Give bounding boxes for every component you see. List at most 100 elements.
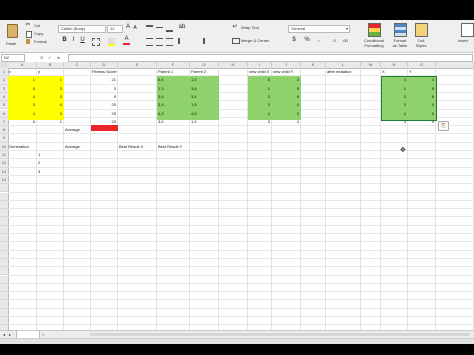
new-child-x-value[interactable]: 3 <box>249 119 270 125</box>
paste-button[interactable]: Paste <box>3 22 21 50</box>
new-child-x-value[interactable]: 1 <box>249 86 270 92</box>
x-value[interactable]: 5 <box>9 86 35 92</box>
new-child-y-header[interactable]: new child Y <box>273 69 299 75</box>
fitness-value[interactable]: 20 <box>92 102 116 108</box>
y-value[interactable]: 3 <box>38 94 62 100</box>
y-value[interactable]: 3 <box>38 86 62 92</box>
italic-button[interactable]: I <box>70 37 77 44</box>
prev-sheet-icon[interactable]: ◂ <box>3 332 5 337</box>
best-y-header[interactable]: Best Result Y <box>158 144 188 150</box>
parent1-header[interactable]: Parent 1 <box>158 69 188 75</box>
column-header-n[interactable]: N <box>381 62 408 69</box>
mutation-x-value[interactable]: 3 <box>382 119 406 125</box>
y-value[interactable]: 1 <box>38 119 62 125</box>
align-bottom-icon[interactable] <box>166 25 173 32</box>
mutation-y-value[interactable]: 4 <box>409 102 434 108</box>
fitness-value[interactable]: 20 <box>92 119 116 125</box>
outdent-icon[interactable] <box>196 38 205 44</box>
font-color-icon[interactable]: A <box>123 36 130 45</box>
parent2-value[interactable]: 1,5 <box>191 77 217 83</box>
x-value[interactable]: 3 <box>9 102 35 108</box>
column-header-m[interactable]: M <box>361 62 381 69</box>
new-child-x-header[interactable]: new child X <box>249 69 270 75</box>
column-header-l[interactable]: L <box>326 62 361 69</box>
borders-icon[interactable] <box>92 38 100 46</box>
wrap-text-button[interactable]: ↵ Wrap Text <box>232 24 272 31</box>
add-sheet-icon[interactable]: + <box>42 332 44 337</box>
conditional-formatting-button[interactable]: Conditional Formatting <box>360 22 388 50</box>
align-left-icon[interactable] <box>146 38 153 46</box>
fitness-value[interactable]: 21 <box>92 77 116 83</box>
percent-icon[interactable]: % <box>303 37 311 44</box>
name-box[interactable]: N2 <box>1 54 25 62</box>
mutation-y-header[interactable]: Y <box>409 69 434 75</box>
mutation-x-value[interactable]: 3 <box>382 94 406 100</box>
format-as-table-button[interactable]: Format as Table <box>389 22 411 50</box>
format-painter-button[interactable]: Format <box>25 39 53 45</box>
column-header-e[interactable]: E <box>118 62 157 69</box>
parent1-value[interactable]: 3,6 <box>158 94 188 100</box>
after-mutation-header[interactable]: after mutation <box>327 69 359 75</box>
mutation-x-value[interactable]: 4 <box>382 111 406 117</box>
parent2-value[interactable]: 1,4 <box>191 119 217 125</box>
parent2-value[interactable]: 3,6 <box>191 86 217 92</box>
merge-center-button[interactable]: Merge & Center <box>232 37 282 44</box>
header-x[interactable]: x <box>9 69 35 75</box>
parent2-value[interactable]: 1,5 <box>191 102 217 108</box>
x-value[interactable]: 4 <box>9 94 35 100</box>
increase-font-icon[interactable]: A <box>125 24 131 31</box>
best-x-header[interactable]: Best Result X <box>119 144 155 150</box>
parent1-value[interactable]: 1,3 <box>158 86 188 92</box>
mutation-y-value[interactable]: 3 <box>409 77 434 83</box>
new-child-y-value[interactable]: 4 <box>273 102 299 108</box>
number-format-select[interactable]: General ▾ <box>288 25 350 33</box>
x-value[interactable]: 1 <box>9 77 35 83</box>
align-top-icon[interactable] <box>146 25 153 32</box>
column-header-f[interactable]: F <box>157 62 190 69</box>
mutation-y-value[interactable]: 5 <box>409 86 434 92</box>
copy-button[interactable]: Copy <box>25 31 49 38</box>
font-name-select[interactable]: Calibri (Body) <box>58 25 106 33</box>
new-child-x-value[interactable]: 4 <box>249 111 270 117</box>
column-header-j[interactable]: J <box>272 62 301 69</box>
decrease-font-icon[interactable]: A <box>132 25 138 32</box>
column-header-a[interactable]: A <box>8 62 37 69</box>
new-child-y-value[interactable]: 3 <box>273 77 299 83</box>
column-header-h[interactable]: H <box>219 62 248 69</box>
underline-button[interactable]: U <box>79 37 86 44</box>
align-center-icon[interactable] <box>156 38 163 46</box>
fitness-value[interactable]: 3 <box>92 86 116 92</box>
mutation-y-value[interactable]: 5 <box>409 111 434 117</box>
average-header[interactable]: Average <box>65 144 89 150</box>
x-value[interactable]: 6 <box>9 119 35 125</box>
bold-button[interactable]: B <box>61 37 68 44</box>
mutation-x-value[interactable]: 3 <box>382 102 406 108</box>
column-header-g[interactable]: G <box>190 62 219 69</box>
x-value[interactable]: 4 <box>9 111 35 117</box>
column-header-o[interactable]: O <box>408 62 436 69</box>
parent2-value[interactable]: 3,4 <box>191 94 217 100</box>
column-header-c[interactable]: C <box>64 62 91 69</box>
column-header-k[interactable]: K <box>301 62 326 69</box>
align-middle-icon[interactable] <box>156 27 163 28</box>
column-header-b[interactable]: B <box>37 62 64 69</box>
y-value[interactable]: 4 <box>38 102 62 108</box>
new-child-y-value[interactable]: 6 <box>273 94 299 100</box>
generation-value[interactable]: 2 <box>38 160 62 166</box>
mutation-y-value[interactable]: 4 <box>409 119 434 125</box>
mutation-y-value[interactable]: 6 <box>409 94 434 100</box>
mutation-x-header[interactable]: X <box>382 69 406 75</box>
cancel-icon[interactable]: ✕ <box>40 55 43 60</box>
insert-button[interactable]: Insert <box>458 22 474 50</box>
generation-header[interactable]: Generation <box>9 144 35 150</box>
orientation-icon[interactable]: ab <box>178 24 186 31</box>
fill-color-icon[interactable] <box>108 38 115 46</box>
cut-button[interactable]: ✂ Cut <box>25 22 49 29</box>
mutation-x-value[interactable]: 1 <box>382 86 406 92</box>
parent1-value[interactable]: 5,4 <box>158 77 188 83</box>
currency-icon[interactable]: $ <box>290 37 298 44</box>
enter-icon[interactable]: ✓ <box>48 55 51 60</box>
column-header-i[interactable]: I <box>248 62 272 69</box>
parent1-value[interactable]: 3,4 <box>158 102 188 108</box>
cell-styles-button[interactable]: Cell Styles <box>412 22 430 50</box>
